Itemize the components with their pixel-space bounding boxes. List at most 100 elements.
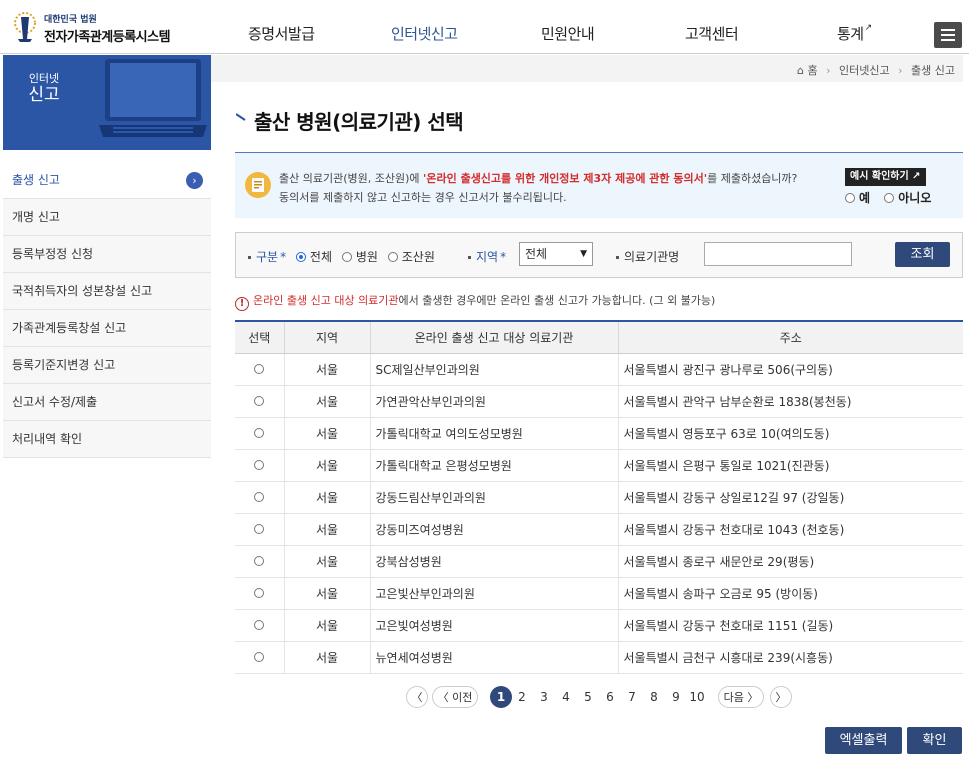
notice-text-pre: 출산 의료기관(병원, 조산원)에 [279,172,424,185]
select-radio[interactable] [254,524,265,534]
radio-no[interactable] [884,193,895,203]
first-page-button[interactable]: 〈 [406,686,428,708]
main-nav: 증명서발급 인터넷신고 민원안내 고객센터 통계↗ [212,0,892,54]
side-item-label: 개명 신고 [12,210,60,224]
table-row[interactable]: 서울 강북삼성병원 서울특별시 종로구 새문안로 29(평동) [235,545,963,578]
select-cell[interactable] [235,545,284,578]
table-row[interactable]: 서울 가톨릭대학교 은평성모병원 서울특별시 은평구 통일로 1021(진관동) [235,449,963,482]
select-radio[interactable] [254,396,265,406]
side-item-family-register-creation[interactable]: 가족관계등록창설 신고 [3,310,211,347]
page-number-8[interactable]: 8 [646,686,662,708]
institution-name-input[interactable] [704,242,852,266]
hamburger-menu-button[interactable] [934,22,962,48]
type-option-midwife[interactable]: 조산원 [387,250,435,264]
select-radio[interactable] [254,492,265,502]
side-item-register-correction[interactable]: 등록부정정 신청 [3,236,211,273]
select-cell[interactable] [235,609,284,642]
radio-type-hospital[interactable] [341,252,352,262]
address-cell: 서울특별시 영등포구 63로 10(여의도동) [617,417,963,450]
institution-cell: 강동미즈여성병원 [369,513,618,546]
select-cell[interactable] [235,513,284,546]
region-cell: 서울 [283,577,370,610]
side-item-birth-report[interactable]: 출생 신고 › [3,162,211,199]
select-cell[interactable] [235,417,284,450]
search-button[interactable]: 조회 [895,242,950,267]
select-radio[interactable] [254,588,265,598]
confirm-button[interactable]: 확인 [907,727,962,754]
select-radio[interactable] [254,428,265,438]
region-cell: 서울 [283,385,370,418]
table-row[interactable]: 서울 강동미즈여성병원 서울특별시 강동구 천호대로 1043 (천호동) [235,513,963,546]
type-option-hospital[interactable]: 병원 [341,250,378,264]
table-row[interactable]: 서울 뉴연세여성병원 서울특별시 금천구 시흥대로 239(시흥동) [235,641,963,674]
side-item-registration-base-change[interactable]: 등록기준지변경 신고 [3,347,211,384]
example-check-button[interactable]: 예시 확인하기 ↗ [845,168,926,186]
page-number-3[interactable]: 3 [536,686,552,708]
nav-civil-guide[interactable]: 민원안내 [541,23,595,44]
court-emblem-icon [14,12,36,42]
page-number-5[interactable]: 5 [580,686,596,708]
side-item-name-change[interactable]: 개명 신고 [3,199,211,236]
table-row[interactable]: 서울 강동드림산부인과의원 서울특별시 강동구 상일로12길 97 (강일동) [235,481,963,514]
nav-customer-center[interactable]: 고객센터 [685,23,739,44]
select-cell[interactable] [235,385,284,418]
site-logo[interactable]: 대한민국 법원 전자가족관계등록시스템 [8,9,188,49]
laptop-illustration-icon [99,59,207,137]
select-cell[interactable] [235,449,284,482]
table-row[interactable]: 서울 가연관악산부인과의원 서울특별시 관악구 남부순환로 1838(봉천동) [235,385,963,418]
select-radio[interactable] [254,364,265,374]
select-cell[interactable] [235,481,284,514]
select-radio[interactable] [254,556,265,566]
type-option-all[interactable]: 전체 [295,250,332,264]
notice-line-1: 출산 의료기관(병원, 조산원)에 '온라인 출생신고를 위한 개인정보 제3자… [279,170,797,186]
consent-no-option[interactable]: 아니오 [884,191,931,205]
radio-type-midwife[interactable] [387,252,398,262]
address-cell: 서울특별시 강동구 천호대로 1043 (천호동) [617,513,963,546]
select-cell[interactable] [235,577,284,610]
select-radio[interactable] [254,620,265,630]
institution-label: 의료기관명 [624,250,680,264]
page-number-6[interactable]: 6 [602,686,618,708]
table-row[interactable]: 서울 고은빛여성병원 서울특별시 강동구 천호대로 1151 (길동) [235,609,963,642]
address-cell: 서울특별시 강동구 상일로12길 97 (강일동) [617,481,963,514]
side-item-report-edit-submit[interactable]: 신고서 수정/제출 [3,384,211,421]
type-label: 구분 [256,250,279,264]
banner-line-2: 신고 [28,85,60,105]
excel-export-button[interactable]: 엑셀출력 [825,727,902,754]
home-icon[interactable]: ⌂ [797,64,804,77]
table-row[interactable]: 서울 SC제일산부인과의원 서울특별시 광진구 광나루로 506(구의동) [235,353,963,386]
side-item-label: 처리내역 확인 [12,432,83,446]
side-item-process-history[interactable]: 처리내역 확인 [3,421,211,458]
page-number-7[interactable]: 7 [624,686,640,708]
breadcrumb-level2[interactable]: 출생 신고 [911,64,955,77]
radio-yes[interactable] [845,193,855,203]
table-row[interactable]: 서울 가톨릭대학교 여의도성모병원 서울특별시 영등포구 63로 10(여의도동) [235,417,963,450]
breadcrumb-home[interactable]: 홈 [807,64,817,77]
last-page-button[interactable]: 〉 [770,686,792,708]
nav-certificate[interactable]: 증명서발급 [248,23,315,44]
address-cell: 서울특별시 은평구 통일로 1021(진관동) [617,449,963,482]
breadcrumb-level1[interactable]: 인터넷신고 [839,64,890,77]
select-cell[interactable] [235,353,284,386]
page-number-10[interactable]: 10 [686,686,708,708]
select-radio[interactable] [254,652,265,662]
radio-type-all[interactable] [295,252,306,262]
region-select[interactable]: 전체 ▼ [519,242,593,266]
example-button-label: 예시 확인하기 [850,171,909,182]
table-row[interactable]: 서울 고은빛산부인과의원 서울특별시 송파구 오금로 95 (방이동) [235,577,963,610]
nav-statistics[interactable]: 통계↗ [837,23,872,44]
hamburger-icon [941,29,955,31]
select-cell[interactable] [235,641,284,674]
header: 대한민국 법원 전자가족관계등록시스템 증명서발급 인터넷신고 민원안내 고객센… [0,0,969,54]
consent-yes-option[interactable]: 예 [845,191,870,205]
select-radio[interactable] [254,460,265,470]
side-item-nationality-surname[interactable]: 국적취득자의 성본창설 신고 [3,273,211,310]
next-page-button[interactable]: 다음 〉 [718,686,764,708]
page-number-2[interactable]: 2 [514,686,530,708]
nav-internet-report[interactable]: 인터넷신고 [391,23,458,44]
prev-page-button[interactable]: 〈 이전 [432,686,478,708]
page-number-1[interactable]: 1 [490,686,512,708]
page-number-9[interactable]: 9 [668,686,684,708]
bullet-dot [248,256,251,259]
page-number-4[interactable]: 4 [558,686,574,708]
